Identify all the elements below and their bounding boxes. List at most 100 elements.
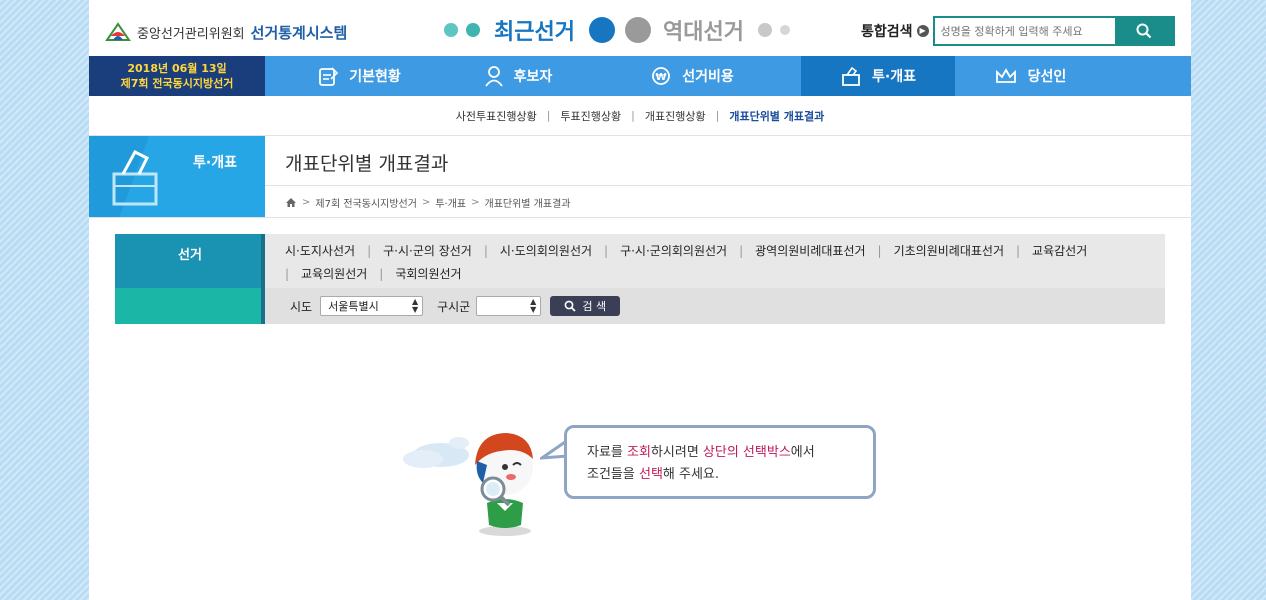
past-elections-dot[interactable] (624, 17, 651, 43)
separator: | (1015, 244, 1021, 258)
election-type-option[interactable]: 교육의원선거 (301, 267, 367, 281)
election-type-option[interactable]: 국회의원선거 (395, 267, 461, 281)
election-type-option[interactable]: 광역의원비례대표선거 (755, 244, 865, 258)
breadcrumb-item[interactable]: 제7회 전국동시지방선거 (315, 195, 417, 210)
separator: | (285, 267, 290, 281)
nav-label: 후보자 (513, 69, 553, 85)
arrow-right-icon: ▶ (916, 25, 929, 37)
page-title: 개표단위별 개표결과 (285, 153, 449, 175)
subnav-counting-results[interactable]: 개표단위별 개표결과 (729, 108, 824, 124)
nav-winners[interactable]: 당선인 (955, 56, 1105, 96)
search-button[interactable] (1114, 18, 1173, 44)
filter-label-bottom (115, 288, 265, 324)
search-input[interactable] (934, 18, 1115, 44)
sub-nav: 사전투표진행상황 | 투표진행상황 | 개표진행상황 | 개표단위별 개표결과 (89, 96, 1191, 136)
separator: | (715, 109, 720, 122)
subnav-early-voting[interactable]: 사전투표진행상황 (456, 108, 537, 124)
message-highlight: 선택 (638, 467, 663, 482)
recent-elections-link[interactable]: 최근선거 (494, 14, 575, 46)
system-name: 선거통계시스템 (250, 23, 348, 42)
message-text: 조건들을 (587, 467, 639, 482)
section-banner: 투·개표 (89, 136, 265, 218)
ballot-box-icon (842, 66, 860, 86)
chevron-right-icon: > (421, 197, 431, 208)
chevron-right-icon: > (302, 197, 311, 208)
search-box (932, 16, 1175, 46)
gusigun-label: 구시군 (437, 299, 471, 314)
filter-search-button[interactable]: 검 색 (550, 296, 621, 316)
gusigun-select[interactable]: ▲ ▼ (476, 296, 542, 316)
breadcrumb-item[interactable]: 투·개표 (435, 195, 466, 210)
sido-value: 서울특별시 (328, 300, 379, 313)
select-arrow-icon: ▲ ▼ (530, 297, 537, 314)
past-elections-link[interactable]: 역대선거 (663, 14, 744, 46)
divider (89, 217, 1191, 218)
election-badge[interactable]: 2018년 06월 13일 제7회 전국동시지방선거 (89, 56, 265, 96)
sido-label: 시도 (290, 299, 313, 314)
section-category: 투·개표 (193, 155, 237, 171)
page: 중앙선거관리위원회 선거통계시스템 최근선거 역대선거 통합검색 ▶ 성명을 정… (89, 0, 1191, 600)
subnav-counting-progress[interactable]: 개표진행상황 (645, 108, 706, 124)
sido-select[interactable]: 서울특별시 ▲ ▼ (320, 296, 424, 316)
election-type-list: 시·도지사선거 | 구·시·군의 장선거 | 시·도의회의원선거 | 구·시·군의회의원선거… (265, 234, 1165, 288)
nav-voting-counting[interactable]: 투·개표 (801, 56, 955, 96)
election-type-option[interactable]: 기초의원비례대표선거 (894, 244, 1004, 258)
election-type-option[interactable]: 구·시·군의회의원선거 (620, 244, 727, 258)
election-type-option[interactable]: 시·도의회의원선거 (500, 244, 592, 258)
separator: | (483, 244, 488, 258)
nav-election-cost[interactable]: ₩ 선거비용 (583, 56, 801, 96)
nav-label: 당선인 (1027, 69, 1067, 85)
election-period-nav: 최근선거 역대선거 (444, 14, 790, 46)
nav-candidates[interactable]: 후보자 (453, 56, 583, 96)
home-icon[interactable] (285, 197, 297, 208)
dot-decoration (466, 23, 480, 37)
nav-label: 기본현황 (349, 69, 401, 85)
election-type-option[interactable]: 교육감선거 (1032, 244, 1087, 258)
election-name: 제7회 전국동시지방선거 (120, 77, 234, 90)
message-highlight: 조회 (627, 445, 651, 460)
message-text: 해 주세요. (662, 467, 720, 482)
svg-text:₩: ₩ (656, 72, 667, 83)
header: 중앙선거관리위원회 선거통계시스템 최근선거 역대선거 통합검색 ▶ (89, 0, 1191, 56)
search-icon (564, 300, 576, 312)
won-coin-icon: ₩ (652, 67, 671, 85)
main-nav: 2018년 06월 13일 제7회 전국동시지방선거 기본현황 후보자 ₩ 선거… (89, 56, 1191, 96)
search-label: 통합검색 (861, 24, 913, 40)
select-arrow-icon: ▲ ▼ (411, 297, 419, 314)
mascot-illustration (403, 433, 533, 536)
nec-logo-icon (105, 22, 131, 41)
ballot-box-icon (112, 150, 158, 206)
filter-panel: 선거 시·도지사선거 | 구·시·군의 장선거 | 시·도의회의원선거 | 구·시·군의회의… (115, 234, 1165, 324)
breadcrumb-item: 개표단위별 개표결과 (484, 199, 571, 210)
search-icon (1136, 23, 1151, 39)
clipboard-icon (319, 67, 339, 86)
election-type-option[interactable]: 구·시·군의 장선거 (383, 244, 472, 258)
divider (265, 185, 1191, 186)
recent-elections-dot[interactable] (588, 17, 615, 43)
org-name: 중앙선거관리위원회 (137, 26, 245, 42)
dot-decoration (444, 23, 458, 37)
separator: | (631, 109, 635, 122)
separator: | (379, 267, 384, 281)
message-text: 자료를 (587, 445, 628, 460)
chevron-right-icon: > (471, 197, 480, 208)
nav-label: 선거비용 (682, 69, 734, 85)
subnav-voting-progress[interactable]: 투표진행상황 (560, 108, 621, 124)
nav-label: 투·개표 (872, 69, 916, 85)
breadcrumb: > 제7회 전국동시지방선거 > 투·개표 > 개표단위별 개표결과 (285, 195, 570, 210)
message-highlight: 상단의 선택박스 (702, 445, 791, 460)
dot-decoration (779, 25, 790, 35)
separator: | (877, 244, 882, 258)
separator: | (739, 244, 744, 258)
separator: | (546, 109, 551, 122)
region-filter: 시도 서울특별시 ▲ ▼ 구시군 ▲ ▼ 검 색 (265, 288, 1165, 324)
election-type-option[interactable]: 시·도지사선거 (285, 244, 355, 258)
message-text: 에서 (790, 445, 815, 460)
separator: | (604, 244, 609, 258)
nec-logo[interactable]: 중앙선거관리위원회 선거통계시스템 (105, 20, 347, 44)
nav-basic-status[interactable]: 기본현황 (265, 56, 453, 96)
integrated-search: 통합검색 ▶ (861, 16, 1175, 46)
dot-decoration (757, 23, 772, 37)
instruction-bubble: 자료를 조회하시려면 상단의 선택박스에서 조건들을 선택해 주세요. (564, 425, 876, 499)
election-date: 2018년 06월 13일 (127, 62, 227, 75)
